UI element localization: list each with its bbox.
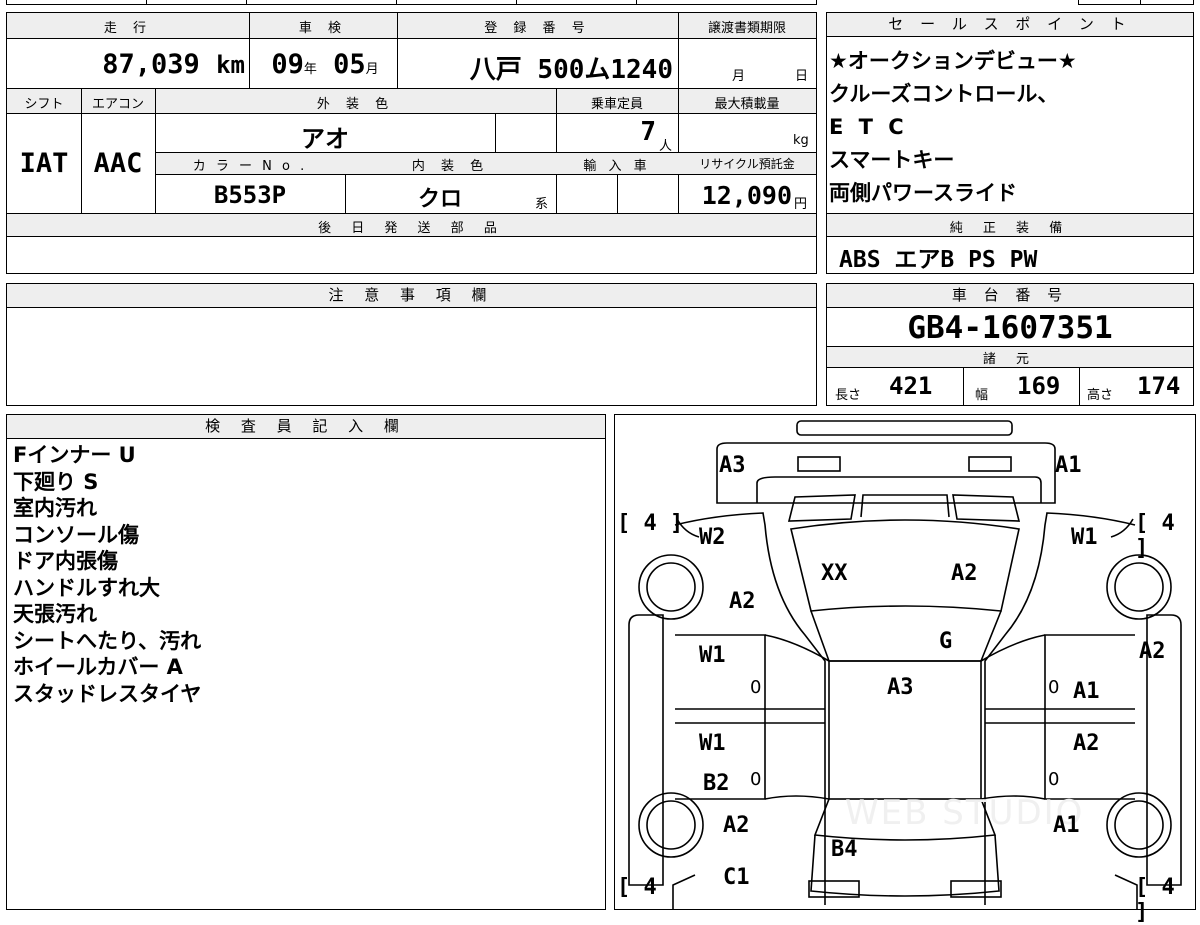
vehicle-spec-table: 走 行 車 検 登 録 番 号 譲渡書類期限 87,039 km 09年 05月…	[6, 12, 817, 274]
watermark: WEB STUDIO	[845, 793, 1085, 833]
chassis-title: 車 台 番 号	[827, 284, 1193, 308]
caution-title: 注 意 事 項 欄	[7, 284, 816, 308]
registration-plate: 八戸 500ム1240	[469, 55, 673, 85]
length-label: 長さ	[835, 388, 862, 403]
width-label: 幅	[975, 388, 989, 403]
tread-depth-right-front: [ 4 ]	[1135, 511, 1175, 561]
sales-point-line: クルーズコントロール、	[829, 82, 1059, 106]
mark-xx: XX	[821, 561, 848, 586]
width-value: 169	[1017, 372, 1061, 400]
height-value: 174	[1137, 372, 1181, 400]
inspector-note: Fインナー U	[13, 443, 136, 467]
mark-w1-left-front-door: W1	[699, 643, 726, 668]
shift-header: シフト	[24, 97, 64, 112]
mark-b2: B2	[703, 771, 730, 796]
inspector-note: シートへたり、汚れ	[13, 628, 202, 653]
mark-w2: W2	[699, 525, 726, 550]
aircon-header: エアコン	[91, 97, 144, 112]
mark-w1-left-rear-door: W1	[699, 731, 726, 756]
max-load-header: 最大積載量	[714, 97, 780, 112]
chassis-number: GB4-1607351	[907, 310, 1113, 346]
mileage-value: 87,039	[102, 49, 200, 80]
exterior-color-value: アオ	[301, 125, 349, 153]
deadline-day-unit: 日	[795, 69, 809, 84]
tread-depth-right-rear: [ 4 ]	[1135, 875, 1175, 925]
tread-depth-left-front: [ 4 ]	[617, 511, 684, 536]
inspector-notes-title: 検 査 員 記 入 欄	[7, 415, 605, 439]
mark-a2-left-quarter: A2	[723, 813, 750, 838]
inspector-notes-box: 検 査 員 記 入 欄 Fインナー U 下廻り S 室内汚れ コンソール傷 ドア…	[6, 414, 606, 910]
registration-header: 登 録 番 号	[484, 21, 591, 36]
inspector-note: スタッドレスタイヤ	[13, 681, 202, 706]
mark-zero: 0	[750, 677, 762, 698]
mark-a3-front-left: A3	[719, 453, 746, 478]
load-unit: kg	[793, 133, 809, 148]
capacity-value: 7	[640, 117, 656, 147]
height-label: 高さ	[1087, 388, 1114, 403]
genuine-equipment-title: 純 正 装 備	[949, 221, 1071, 236]
inspector-note: 下廻り S	[13, 469, 99, 494]
chassis-box: 車 台 番 号 GB4-1607351 諸 元 長さ 421 幅 169 高さ …	[826, 283, 1194, 406]
top-cutoff-strip	[6, 0, 1194, 5]
year-unit: 年	[303, 62, 317, 77]
interior-color-header: 内 装 色	[411, 159, 490, 174]
sales-points-title: セ ー ル ス ポ イ ン ト	[827, 13, 1193, 37]
transfer-deadline-header: 譲渡書類期限	[707, 21, 786, 36]
mileage-header: 走 行	[103, 21, 153, 36]
import-header: 輸 入 車	[583, 159, 651, 174]
inspector-note: ハンドルすれ大	[13, 575, 160, 600]
later-parts-header: 後 日 発 送 部 品	[318, 221, 505, 236]
mark-w1-front-right: W1	[1071, 525, 1098, 550]
color-no-value: B553P	[213, 181, 287, 209]
sales-point-line: ★オークションデビュー★	[829, 49, 1077, 73]
inspector-note: 天張汚れ	[13, 602, 97, 626]
shift-value: IAT	[19, 148, 69, 179]
inspector-note: ホイールカバー A	[13, 655, 183, 679]
length-value: 421	[889, 372, 933, 400]
sales-points-box: セ ー ル ス ポ イ ン ト ★オークションデビュー★ クルーズコントロール、…	[826, 12, 1194, 274]
mark-a2-windshield: A2	[951, 561, 978, 586]
inspection-header: 車 検	[298, 21, 348, 36]
mark-b4: B4	[831, 837, 858, 862]
mark-a1-right-front-door: A1	[1073, 679, 1100, 704]
recycle-fee-header: リサイクル預託金	[699, 157, 795, 171]
interior-color-suffix: 系	[535, 197, 549, 212]
mileage-unit: km	[216, 51, 245, 79]
specs-title: 諸 元	[982, 352, 1038, 367]
sales-points-list: ★オークションデビュー★ クルーズコントロール、 E T C スマートキー 両側…	[829, 45, 1189, 210]
mark-a1-right-quarter: A1	[1053, 813, 1080, 838]
car-condition-diagram: WEB STUDIO [ 4 ] [ 4 ] [ 4 [ 4 ] A3 A1 W…	[614, 414, 1196, 925]
aircon-value: AAC	[93, 148, 143, 179]
sales-point-line: スマートキー	[829, 148, 955, 172]
mark-zero: 0	[1048, 769, 1060, 790]
mark-g: G	[939, 629, 953, 654]
caution-box: 注 意 事 項 欄	[6, 283, 817, 406]
genuine-equipment-value: ABS エアB PS PW	[839, 247, 1038, 273]
inspector-note: ドア内張傷	[13, 549, 118, 573]
month-unit: 月	[365, 62, 379, 77]
mark-a3-roof: A3	[887, 675, 914, 700]
inspector-note: 室内汚れ	[13, 496, 97, 520]
tread-depth-left-rear: [ 4	[617, 875, 657, 900]
mark-a1-front-right: A1	[1055, 453, 1082, 478]
recycle-fee-yen: 円	[794, 197, 808, 212]
mark-a2-right-rear-door: A2	[1073, 731, 1100, 756]
mark-zero: 0	[750, 769, 762, 790]
deadline-month-unit: 月	[732, 69, 746, 84]
mark-c1: C1	[723, 865, 750, 890]
inspector-notes-list: Fインナー U 下廻り S 室内汚れ コンソール傷 ドア内張傷 ハンドルすれ大 …	[13, 442, 593, 707]
sales-point-line: E T C	[829, 115, 908, 139]
inspection-year: 09	[271, 49, 304, 80]
interior-color-value: クロ	[417, 187, 462, 212]
mark-a2-left-fender: A2	[729, 589, 756, 614]
recycle-fee-value: 12,090	[701, 181, 792, 210]
inspector-note: コンソール傷	[13, 522, 139, 547]
mark-a2-right-edge: A2	[1139, 639, 1166, 664]
mark-zero: 0	[1048, 677, 1060, 698]
exterior-color-header: 外 装 色	[316, 97, 395, 112]
color-no-header: カ ラ ー N o .	[192, 159, 308, 174]
inspection-month: 05	[333, 49, 366, 80]
capacity-header: 乗車定員	[590, 97, 643, 112]
sales-point-line: 両側パワースライド	[829, 181, 1017, 205]
